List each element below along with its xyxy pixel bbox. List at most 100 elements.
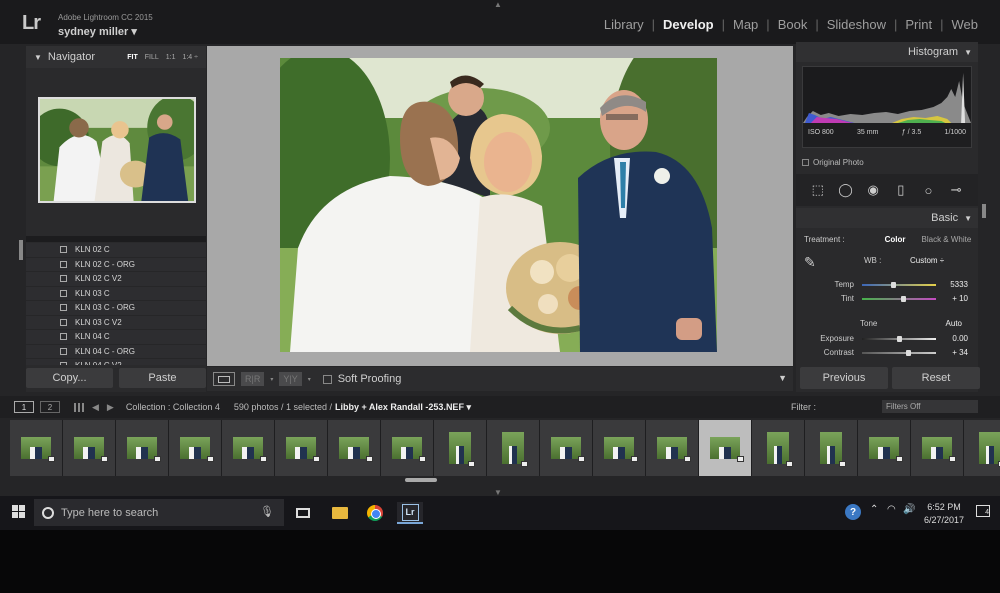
soft-proofing-checkbox[interactable]	[322, 374, 332, 384]
filmstrip-thumbnail[interactable]	[805, 420, 858, 476]
chevron-down-icon[interactable]: ▾	[308, 376, 311, 383]
filmstrip-thumbnail[interactable]	[540, 420, 593, 476]
collapse-triangle-icon[interactable]: ▼	[964, 48, 972, 57]
tint-knob[interactable]	[900, 296, 906, 302]
list-item[interactable]: KLN 03 C V2	[26, 316, 206, 330]
zoom-1-4-option[interactable]: 1:4 ÷	[182, 54, 198, 61]
filmstrip-thumbnail[interactable]	[646, 420, 699, 476]
module-develop[interactable]: Develop	[655, 17, 722, 32]
module-slideshow[interactable]: Slideshow	[819, 17, 894, 32]
windows-start-icon[interactable]	[12, 505, 25, 518]
loupe-view-icon[interactable]	[213, 372, 235, 386]
filmstrip-thumbnail[interactable]	[116, 420, 169, 476]
filmstrip-thumbnail[interactable]	[434, 420, 487, 476]
filmstrip-thumbnail[interactable]	[275, 420, 328, 476]
before-after-swap[interactable]: Y|Y	[279, 372, 302, 386]
exposure-knob[interactable]	[897, 336, 902, 342]
task-view-icon[interactable]	[290, 502, 316, 524]
zoom-fill-option[interactable]: FILL	[145, 54, 159, 61]
filmstrip-thumbnail[interactable]	[381, 420, 434, 476]
adjustment-brush-icon[interactable]: ⊸	[948, 182, 964, 198]
clock[interactable]: 6:52 PM 6/27/2017	[924, 501, 964, 527]
before-after-toggle[interactable]: R|R	[241, 372, 265, 386]
help-icon[interactable]: ?	[845, 504, 861, 520]
collapse-triangle-icon[interactable]: ▼	[34, 53, 42, 62]
tint-value[interactable]: + 10	[952, 294, 968, 303]
radial-filter-icon[interactable]: ○	[920, 182, 936, 198]
temp-slider[interactable]: Temp 5333	[796, 278, 978, 291]
action-center-icon[interactable]: 4	[976, 505, 990, 517]
chrome-icon[interactable]	[362, 502, 388, 524]
temp-knob[interactable]	[891, 282, 897, 288]
filmstrip-thumbnail[interactable]	[911, 420, 964, 476]
zoom-1-1-option[interactable]: 1:1	[166, 54, 176, 61]
auto-tone-button[interactable]: Auto	[946, 319, 962, 328]
exposure-slider[interactable]: Exposure 0.00	[796, 332, 978, 345]
tint-slider[interactable]: Tint + 10	[796, 292, 978, 305]
lightroom-taskbar-icon[interactable]: Lr	[397, 502, 423, 524]
list-item[interactable]: KLN 03 C	[26, 287, 206, 301]
contrast-track[interactable]	[862, 350, 936, 356]
filmstrip-thumbnail[interactable]	[63, 420, 116, 476]
copy-button[interactable]: Copy...	[26, 368, 113, 388]
contrast-value[interactable]: + 34	[952, 348, 968, 357]
show-hidden-icons-icon[interactable]: ⌃	[870, 504, 878, 515]
previous-button[interactable]: Previous	[800, 367, 888, 389]
contrast-slider[interactable]: Contrast + 34	[796, 346, 978, 359]
tint-track[interactable]	[862, 296, 936, 302]
identity-plate-user[interactable]: sydney miller ▾	[58, 25, 137, 38]
filmstrip-thumbnail[interactable]	[487, 420, 540, 476]
volume-icon[interactable]: 🔊	[903, 504, 915, 515]
histogram[interactable]: ISO 800 35 mm ƒ / 3.5 1/1000	[802, 66, 972, 148]
module-map[interactable]: Map	[725, 17, 766, 32]
module-library[interactable]: Library	[596, 17, 652, 32]
temp-value[interactable]: 5333	[950, 280, 968, 289]
window-2-button[interactable]: 2	[40, 401, 60, 413]
exposure-track[interactable]	[862, 336, 936, 342]
microphone-icon[interactable]: 🎙	[260, 505, 274, 518]
navigator-preview[interactable]	[38, 97, 196, 203]
module-book[interactable]: Book	[770, 17, 816, 32]
filmstrip-thumbnail[interactable]	[752, 420, 805, 476]
temp-track[interactable]	[862, 282, 936, 288]
filmstrip-thumbnail[interactable]	[858, 420, 911, 476]
main-photo[interactable]	[280, 58, 717, 352]
collapse-triangle-icon[interactable]: ▼	[964, 214, 972, 223]
list-item[interactable]: KLN 02 C	[26, 243, 206, 258]
module-print[interactable]: Print	[897, 17, 940, 32]
filmstrip-thumbnail[interactable]	[964, 420, 1000, 476]
red-eye-icon[interactable]: ◉	[865, 182, 881, 198]
chevron-down-icon[interactable]: ▾	[270, 376, 273, 383]
treatment-bw-option[interactable]: Black & White	[922, 235, 972, 244]
filmstrip-thumbnail[interactable]	[169, 420, 222, 476]
taskbar-search[interactable]: Type here to search 🎙	[34, 499, 284, 526]
list-item[interactable]: KLN 04 C - ORG	[26, 345, 206, 359]
list-item[interactable]: KLN 03 C - ORG	[26, 301, 206, 316]
basic-header[interactable]: Basic ▼	[796, 208, 978, 228]
reset-button[interactable]: Reset	[892, 367, 980, 389]
eyedropper-icon[interactable]: ✎	[804, 254, 816, 271]
original-photo-toggle[interactable]: Original Photo	[802, 158, 864, 167]
filmstrip-thumbnail[interactable]	[222, 420, 275, 476]
list-item[interactable]: KLN 02 C V2	[26, 272, 206, 287]
selected-filename[interactable]: Libby + Alex Randall -253.NEF ▾	[335, 402, 471, 413]
forward-arrow-icon[interactable]: ▶	[107, 402, 114, 413]
list-item[interactable]: KLN 02 C - ORG	[26, 258, 206, 272]
collapse-top-panel-icon[interactable]: ▲	[494, 0, 502, 9]
left-panel-scrollbar[interactable]	[19, 240, 23, 260]
back-arrow-icon[interactable]: ◀	[92, 402, 99, 413]
filmstrip-thumbnail[interactable]	[10, 420, 63, 476]
exposure-value[interactable]: 0.00	[952, 334, 968, 343]
filter-select[interactable]: Filters Off	[882, 400, 978, 413]
histogram-header[interactable]: Histogram ▼	[796, 42, 978, 62]
zoom-fit-option[interactable]: FIT	[127, 54, 138, 61]
contrast-knob[interactable]	[905, 350, 911, 356]
module-web[interactable]: Web	[944, 17, 987, 32]
treatment-color-option[interactable]: Color	[885, 235, 906, 244]
filmstrip-scrollbar[interactable]	[405, 478, 437, 482]
list-item[interactable]: KLN 04 C V2	[26, 359, 206, 365]
window-1-button[interactable]: 1	[14, 401, 34, 413]
filmstrip-thumbnail[interactable]	[593, 420, 646, 476]
toolbar-menu-icon[interactable]: ▼	[778, 373, 787, 383]
wb-select[interactable]: Custom ÷	[910, 256, 944, 265]
